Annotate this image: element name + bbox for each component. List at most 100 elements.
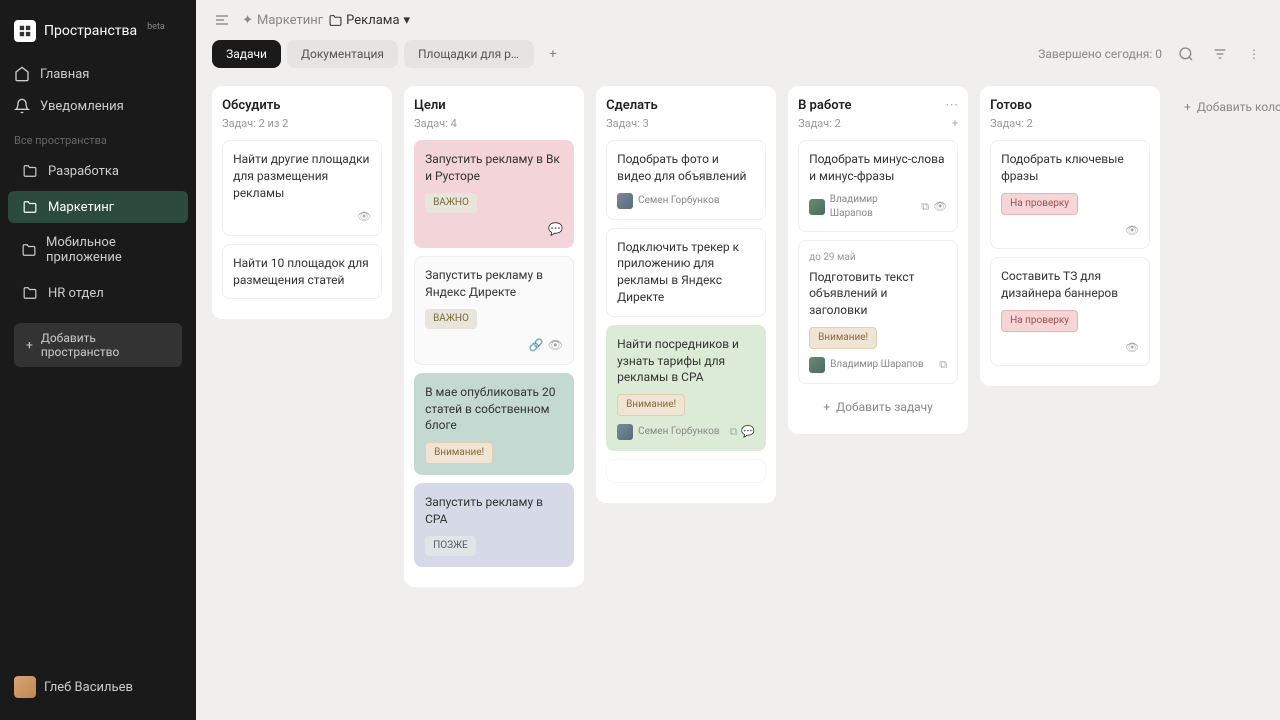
column-title: Сделать (606, 98, 658, 113)
add-tab-button[interactable]: + (540, 41, 566, 67)
breadcrumb: ✦ Маркетинг Реклама ▾ (242, 13, 410, 28)
tabs: Задачи Документация Площадки для размеще… (196, 40, 1280, 78)
task-card[interactable]: Подключить трекер к приложению для рекла… (606, 228, 766, 317)
copy-icon: ⧉ (939, 357, 947, 372)
task-card[interactable]: В мае опубликовать 20 статей в собственн… (414, 373, 574, 475)
add-task-button[interactable]: + Добавить задачу (798, 392, 958, 422)
column-count: Задач: 2 (990, 117, 1150, 130)
crumb-current[interactable]: Реклама ▾ (329, 13, 410, 28)
search-icon[interactable] (1176, 44, 1196, 64)
user-menu[interactable]: Глеб Васильев (0, 666, 196, 708)
column-count: Задач: 2 из 2 (222, 117, 382, 130)
add-space-label: Добавить пространство (41, 331, 170, 359)
column-discuss: Обсудить Задач: 2 из 2 Найти другие площ… (212, 86, 392, 319)
nav-notifications[interactable]: Уведомления (0, 90, 196, 122)
task-card[interactable]: до 29 май Подготовить текст объявлений и… (798, 240, 958, 384)
chevron-down-icon: ▾ (404, 13, 411, 28)
avatar (809, 199, 825, 215)
beta-badge: beta (147, 22, 165, 32)
folder-icon (22, 163, 38, 179)
logo-icon (14, 20, 36, 42)
task-card[interactable]: Запустить рекламу в СРА ПОЗЖЕ (414, 483, 574, 567)
task-card[interactable]: Подобрать ключевые фразы На проверку 👁 (990, 140, 1150, 249)
main-content: ✦ Маркетинг Реклама ▾ Задачи Документаци… (196, 0, 1280, 720)
tag-later: ПОЗЖЕ (425, 536, 476, 556)
avatar (809, 357, 825, 373)
toggle-sidebar-icon[interactable] (212, 10, 232, 30)
column-in-progress: В работе ⋯ Задач: 2 + Подобрать минус-сл… (788, 86, 968, 434)
sparkle-icon: ✦ (242, 13, 253, 28)
column-title: В работе (798, 98, 851, 113)
tab-docs[interactable]: Документация (287, 40, 398, 68)
comment-icon: 💬 (548, 221, 563, 238)
more-icon[interactable]: ⋯ (945, 98, 958, 113)
bell-icon (14, 98, 30, 114)
plus-icon: + (26, 338, 33, 352)
kanban-board: Обсудить Задач: 2 из 2 Найти другие площ… (196, 78, 1280, 720)
task-card[interactable]: Запустить рекламу в Яндекс Директе ВАЖНО… (414, 256, 574, 364)
tag-review: На проверку (1001, 193, 1078, 215)
task-card[interactable]: Подобрать минус-слова и минус-фразы Влад… (798, 140, 958, 232)
tag-attention: Внимание! (617, 394, 685, 416)
plus-icon: + (823, 400, 830, 414)
watch-icon: 👁 (1125, 223, 1139, 238)
home-icon (14, 66, 30, 82)
watch-icon: 👁 (1125, 340, 1139, 355)
status-text: Завершено сегодня: 0 (1038, 47, 1162, 61)
nav-home[interactable]: Главная (0, 58, 196, 90)
plus-icon: + (1184, 100, 1191, 114)
plus-icon[interactable]: + (952, 117, 958, 130)
space-label: Разработка (48, 164, 119, 179)
logo[interactable]: Пространства beta (0, 12, 196, 58)
column-todo: Сделать Задач: 3 Подобрать фото и видео … (596, 86, 776, 503)
task-card[interactable]: Составить ТЗ для дизайнера баннеров На п… (990, 257, 1150, 366)
space-item-mobile[interactable]: Мобильное приложение (8, 227, 188, 273)
user-name: Глеб Васильев (44, 680, 133, 695)
avatar (617, 193, 633, 209)
filter-icon[interactable] (1210, 44, 1230, 64)
column-count: Задач: 2 + (798, 117, 958, 130)
logo-title: Пространства (44, 23, 137, 39)
space-item-hr[interactable]: HR отдел (8, 277, 188, 309)
tab-tasks[interactable]: Задачи (212, 40, 281, 68)
column-title: Готово (990, 98, 1032, 113)
tag-important: ВАЖНО (425, 309, 477, 329)
user-avatar (14, 676, 36, 698)
comment-icon: 💬 (741, 424, 755, 439)
folder-icon (22, 242, 36, 258)
space-item-dev[interactable]: Разработка (8, 155, 188, 187)
task-card[interactable]: Подобрать фото и видео для объявлений Се… (606, 140, 766, 220)
avatar (617, 424, 633, 440)
nav-home-label: Главная (40, 67, 89, 82)
space-label: HR отдел (48, 286, 104, 301)
tab-platforms[interactable]: Площадки для размеще... (404, 40, 534, 68)
column-title: Цели (414, 98, 446, 113)
task-card[interactable]: Найти другие площадки для размещения рек… (222, 140, 382, 236)
space-label: Мобильное приложение (46, 235, 174, 265)
crumb-parent[interactable]: ✦ Маркетинг (242, 13, 323, 28)
assignee: Владимир Шарапов (809, 357, 924, 373)
task-card[interactable]: Найти 10 площадок для размещения статей (222, 244, 382, 300)
copy-icon: ⧉ (921, 199, 929, 214)
folder-icon (22, 199, 38, 215)
tag-important: ВАЖНО (425, 193, 477, 213)
add-space-button[interactable]: + Добавить пространство (14, 323, 182, 367)
more-icon[interactable]: ⋮ (1244, 44, 1264, 64)
due-date: до 29 май (809, 251, 947, 265)
column-count: Задач: 3 (606, 117, 766, 130)
assignee: Владимир Шарапов (809, 193, 921, 221)
watch-icon: 👁 (933, 199, 947, 214)
topbar: ✦ Маркетинг Реклама ▾ (196, 0, 1280, 40)
folder-icon (329, 14, 342, 27)
assignee: Семен Горбунков (617, 424, 720, 440)
column-done: Готово Задач: 2 Подобрать ключевые фразы… (980, 86, 1160, 386)
watch-icon: 👁 (357, 209, 371, 224)
add-column-button[interactable]: + Добавить колонку (1172, 86, 1280, 128)
task-card[interactable]: Найти посредников и узнать тарифы для ре… (606, 325, 766, 451)
tag-review: На проверку (1001, 310, 1078, 332)
copy-icon: ⧉ (730, 424, 738, 439)
space-item-marketing[interactable]: Маркетинг (8, 191, 188, 223)
tag-attention: Внимание! (809, 327, 877, 349)
task-card[interactable]: Запустить рекламу в Вк и Русторе ВАЖНО 💬 (414, 140, 574, 248)
sidebar: Пространства beta Главная Уведомления Вс… (0, 0, 196, 720)
